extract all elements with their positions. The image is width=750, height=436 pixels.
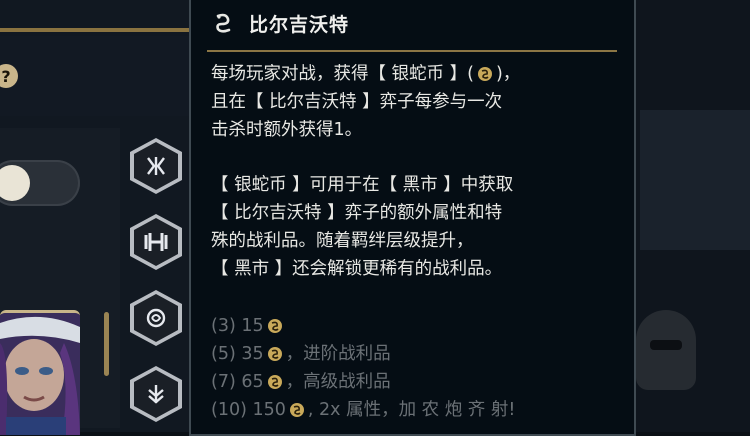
- scrollbar[interactable]: [104, 312, 109, 376]
- champion-portrait[interactable]: [0, 310, 80, 435]
- helmet-icon: [636, 310, 696, 390]
- serpent-trait-icon: [211, 10, 237, 36]
- description-line: 击杀时额外获得1。: [211, 120, 363, 140]
- silver-serpent-coin-icon: [267, 318, 283, 334]
- tier-row: (5) 35 ，进阶战利品: [211, 340, 631, 368]
- bilgewater-trait-icon: [134, 294, 178, 342]
- tier-count: (7) 65: [211, 372, 264, 392]
- silver-serpent-coin-icon: [267, 346, 283, 362]
- champion-portrait-art: [0, 313, 80, 435]
- silver-serpent-coin-icon: [477, 66, 493, 82]
- tooltip-title: 比尔吉沃特: [249, 13, 350, 36]
- tooltip-header: 比尔吉沃特: [211, 8, 349, 38]
- tier-list: (3) 15 (5) 35 ，进阶战利品 (7) 65 ，高级战利品 (10) …: [211, 312, 631, 424]
- toggle-knob: [0, 165, 30, 201]
- toggle-switch[interactable]: [0, 160, 80, 206]
- top-gold-line-left: [0, 28, 190, 32]
- info-line: 【 银蛇币 】可用于在【 黑市 】中获取: [211, 175, 514, 195]
- trait-tooltip: 比尔吉沃特 每场玩家对战，获得【 银蛇币 】( )， 且在【 比尔吉沃特 】弈子每…: [189, 0, 636, 436]
- tier-row: (7) 65 ，高级战利品: [211, 368, 631, 396]
- silver-serpent-coin-icon: [289, 402, 305, 418]
- tier-reward: ，进阶战利品: [285, 344, 391, 364]
- tier-count: (5) 35: [211, 344, 264, 364]
- tooltip-body: 每场玩家对战，获得【 银蛇币 】( )， 且在【 比尔吉沃特 】弈子每参与一次 击…: [211, 60, 621, 283]
- silver-serpent-coin-icon: [267, 374, 283, 390]
- header-panel: [0, 36, 190, 116]
- description-line: 每场玩家对战，获得【 银蛇币 】( )，: [211, 60, 621, 88]
- right-side-panel: [640, 110, 750, 250]
- bruiser-trait-icon: [134, 218, 178, 266]
- tier-row: (3) 15: [211, 312, 631, 340]
- tier-count: (3) 15: [211, 316, 264, 336]
- description-text: 每场玩家对战，获得【 银蛇币 】(: [211, 64, 474, 84]
- tier-reward: , 2x 属性，加 农 炮 齐 射!: [307, 400, 516, 420]
- tier-count: (10) 150: [211, 400, 286, 420]
- tier-row: (10) 150 , 2x 属性，加 农 炮 齐 射!: [211, 396, 631, 424]
- tier-reward: ，高级战利品: [285, 372, 391, 392]
- description-line: 且在【 比尔吉沃特 】弈子每参与一次: [211, 92, 503, 112]
- info-line: 【 比尔吉沃特 】弈子的额外属性和特: [211, 203, 503, 223]
- warden-trait-icon: [134, 370, 178, 418]
- info-line: 【 黑市 】还会解锁更稀有的战利品。: [211, 259, 503, 279]
- description-text: )，: [495, 64, 521, 84]
- duelist-trait-icon: [134, 142, 178, 190]
- info-line: 殊的战利品。随着羁绊层级提升，: [211, 231, 474, 251]
- tooltip-divider: [207, 50, 617, 52]
